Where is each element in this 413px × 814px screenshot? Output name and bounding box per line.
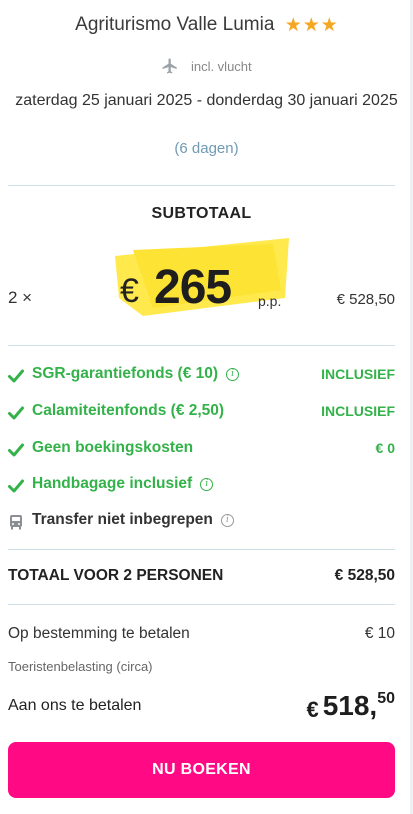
divider (8, 185, 395, 186)
pay-decimals: 50 (377, 690, 395, 707)
destination-amount: € 10 (364, 625, 395, 642)
travel-dates: zaterdag 25 januari 2025 - donderdag 30 … (15, 92, 398, 109)
divider (8, 549, 395, 550)
subtotal-heading: SUBTOTAAL (151, 205, 252, 222)
star-rating: ★★★ (284, 14, 338, 37)
star-icon: ★ (320, 15, 338, 36)
destination-row: Op bestemming te betalen € 10 (8, 625, 395, 643)
star-icon: ★ (302, 15, 320, 36)
feature-hand-luggage: Handbagage inclusief i (8, 475, 395, 497)
total-label: TOTAAL VOOR 2 PERSONEN (8, 567, 224, 584)
star-icon: ★ (284, 15, 302, 36)
feature-value: INCLUSIEF (321, 366, 395, 382)
info-icon[interactable]: i (220, 514, 234, 527)
feature-label: Transfer niet inbegrepen i (32, 511, 234, 529)
info-icon[interactable]: i (200, 478, 214, 491)
divider (8, 345, 395, 346)
check-icon (8, 406, 24, 420)
pay-integer: 518, (322, 690, 378, 721)
flight-included: incl. vlucht (0, 57, 413, 78)
feature-label: Calamiteitenfonds (€ 2,50) (32, 402, 225, 419)
feature-value: € 0 (375, 440, 395, 456)
per-person-suffix: p.p. (258, 293, 282, 309)
feature-transfer: Transfer niet inbegrepen i (8, 511, 395, 533)
quantity: 2 × (8, 288, 33, 307)
info-icon[interactable]: i (226, 368, 240, 381)
price-currency: € (120, 272, 139, 310)
feature-value: INCLUSIEF (321, 403, 395, 419)
booking-summary: Agriturismo Valle Lumia ★★★ incl. vlucht… (0, 0, 413, 814)
total-row: TOTAAL VOOR 2 PERSONEN € 528,50 (8, 567, 395, 585)
pay-amount: €518,50 (306, 690, 395, 723)
price-per-person: 265 (154, 261, 232, 314)
feature-label: Geen boekingskosten (32, 439, 194, 456)
feature-label: SGR-garantiefonds (€ 10) i (32, 365, 240, 383)
tourist-tax-note: Toeristenbelasting (circa) (8, 659, 153, 674)
divider (8, 604, 395, 605)
pay-currency: € (306, 697, 319, 722)
bus-icon (10, 515, 22, 530)
check-icon (8, 443, 24, 457)
subtotal-amount: € 528,50 (336, 291, 395, 308)
hotel-name: Agriturismo Valle Lumia (75, 14, 275, 35)
feature-calamity-fund: Calamiteitenfonds (€ 2,50) INCLUSIEF (8, 402, 395, 424)
feature-label: Handbagage inclusief i (32, 475, 214, 493)
check-icon (8, 479, 24, 493)
flight-label: incl. vlucht (190, 59, 252, 74)
total-amount: € 528,50 (334, 567, 395, 584)
feature-sgr: SGR-garantiefonds (€ 10) i INCLUSIEF (8, 365, 395, 387)
book-now-button[interactable]: NU BOEKEN (8, 742, 395, 798)
pay-label: Aan ons te betalen (8, 697, 142, 714)
trip-duration: (6 dagen) (174, 140, 239, 157)
check-icon (8, 369, 24, 383)
feature-booking-costs: Geen boekingskosten € 0 (8, 439, 395, 461)
hotel-title: Agriturismo Valle Lumia ★★★ (0, 14, 413, 37)
plane-icon (161, 57, 179, 78)
destination-label: Op bestemming te betalen (8, 625, 190, 642)
